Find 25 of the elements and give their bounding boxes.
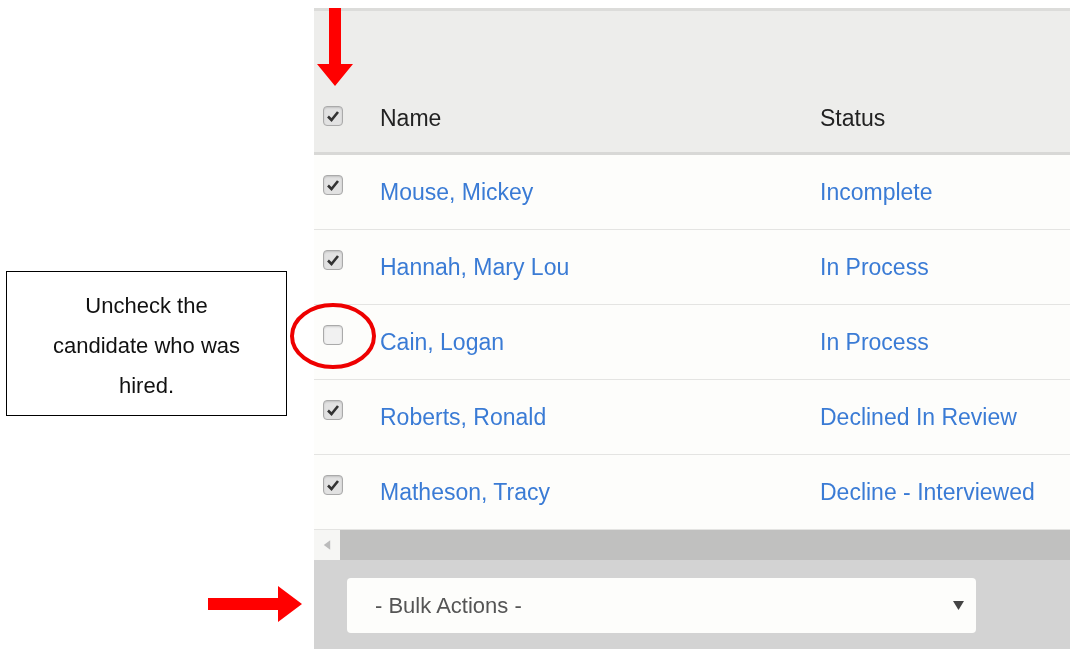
status-link[interactable]: Decline - Interviewed — [820, 478, 1035, 505]
candidate-link[interactable]: Roberts, Ronald — [380, 403, 547, 430]
highlight-circle-icon — [289, 302, 377, 370]
checkbox[interactable] — [323, 475, 343, 495]
checkbox[interactable] — [323, 106, 343, 126]
horizontal-scrollbar[interactable] — [314, 530, 1070, 560]
checkbox[interactable] — [323, 175, 343, 195]
checkbox[interactable] — [323, 325, 343, 345]
right-arrow-icon — [208, 585, 302, 623]
status-link[interactable]: In Process — [820, 253, 929, 280]
callout-box: Uncheck the candidate who was hired. — [6, 271, 287, 416]
candidate-link[interactable]: Matheson, Tracy — [380, 478, 551, 505]
candidate-link[interactable]: Hannah, Mary Lou — [380, 253, 570, 280]
dropdown-caret-icon — [953, 600, 964, 611]
column-header: Name — [380, 105, 443, 132]
status-link[interactable]: Declined In Review — [820, 403, 1017, 430]
candidate-link[interactable]: Mouse, Mickey — [380, 178, 534, 205]
candidate-link[interactable]: Cain, Logan — [380, 328, 505, 355]
bulk-actions-select[interactable]: - Bulk Actions - — [347, 578, 976, 633]
checkbox[interactable] — [323, 250, 343, 270]
checkbox[interactable] — [323, 400, 343, 420]
down-arrow-icon — [315, 8, 355, 86]
column-header: Status — [820, 105, 887, 132]
status-link[interactable]: Incomplete — [820, 178, 933, 205]
status-link[interactable]: In Process — [820, 328, 929, 355]
